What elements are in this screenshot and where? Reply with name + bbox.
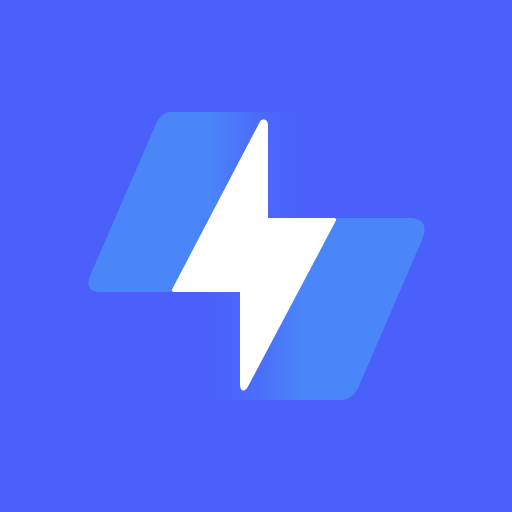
app-icon [0, 0, 512, 512]
lightning-bolt-icon [0, 0, 512, 512]
